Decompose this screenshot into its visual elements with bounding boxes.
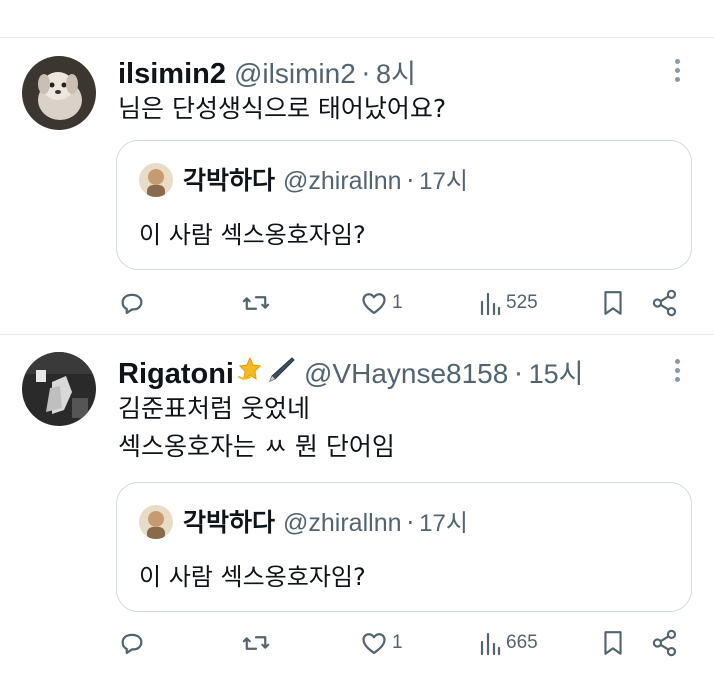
- share-icon: [652, 289, 677, 317]
- reply-button[interactable]: [118, 288, 146, 318]
- retweet-button[interactable]: [241, 288, 271, 318]
- tweet-text-line: 김준표처럼 웃었네: [118, 394, 310, 423]
- retweet-icon: [242, 296, 270, 310]
- timestamp[interactable]: 8시: [376, 52, 416, 91]
- bookmark-icon: [604, 291, 622, 315]
- bookmark-button[interactable]: [602, 628, 624, 658]
- separator: ·: [406, 167, 415, 195]
- tweet[interactable]: Rigatoni @VHaynse8158 · 15시 김준표처럼 웃었네 섹스…: [0, 352, 714, 672]
- views-button[interactable]: 665: [478, 628, 538, 658]
- more-options-icon[interactable]: [668, 356, 686, 386]
- share-button[interactable]: [652, 288, 678, 318]
- share-icon: [652, 629, 677, 657]
- like-button[interactable]: 1: [360, 628, 403, 658]
- action-bar: 1 665: [0, 628, 714, 658]
- dizzy-icon: [236, 355, 264, 387]
- quoted-author-handle: @zhirallnn: [283, 509, 402, 537]
- quoted-text: 이 사람 섹스옹호자임?: [139, 221, 366, 249]
- quoted-tweet[interactable]: 각박하다 @zhirallnn · 17시 이 사람 섹스옹호자임?: [116, 482, 692, 612]
- quoted-author-name: 각박하다: [183, 166, 276, 195]
- quoted-text: 이 사람 섹스옹호자임?: [139, 563, 366, 591]
- like-button[interactable]: 1: [360, 288, 403, 318]
- separator: ·: [514, 360, 523, 390]
- views-icon: [480, 632, 501, 656]
- heart-icon: [362, 633, 386, 655]
- reply-icon: [121, 633, 143, 655]
- timestamp[interactable]: 15시: [529, 352, 584, 391]
- quoted-tweet[interactable]: 각박하다 @zhirallnn · 17시 이 사람 섹스옹호자임?: [116, 140, 692, 270]
- view-count: 665: [506, 632, 538, 653]
- tweet[interactable]: ilsimin2 @ilsimin2 · 8시 님은 단성생식으로 태어났어요?…: [0, 52, 714, 332]
- tweet-text-line: 섹스옹호자는 ㅆ 뭔 단어임: [118, 432, 395, 461]
- quoted-avatar: [139, 505, 173, 539]
- share-button[interactable]: [652, 628, 678, 658]
- author-handle[interactable]: @VHaynse8158: [304, 358, 508, 390]
- quoted-header: 각박하다 @zhirallnn · 17시: [183, 161, 468, 197]
- view-count: 525: [506, 292, 538, 313]
- tweet-header: ilsimin2 @ilsimin2 · 8시: [118, 52, 416, 91]
- pen-icon: [266, 355, 296, 387]
- author-name[interactable]: ilsimin2: [118, 58, 226, 91]
- tweet-text: 김준표처럼 웃었네 섹스옹호자는 ㅆ 뭔 단어임: [118, 390, 395, 466]
- more-options-icon[interactable]: [668, 56, 686, 86]
- avatar[interactable]: [22, 56, 96, 130]
- quoted-header: 각박하다 @zhirallnn · 17시: [183, 503, 468, 539]
- tweet-text-line: 님은 단성생식으로 태어났어요?: [118, 94, 447, 123]
- quoted-author-handle: @zhirallnn: [283, 167, 402, 195]
- retweet-button[interactable]: [241, 628, 271, 658]
- reply-button[interactable]: [118, 628, 146, 658]
- separator: ·: [361, 60, 371, 90]
- quoted-avatar: [139, 163, 173, 197]
- quoted-timestamp: 17시: [419, 510, 468, 537]
- divider: [0, 334, 714, 335]
- author-handle[interactable]: @ilsimin2: [234, 58, 356, 90]
- avatar[interactable]: [22, 352, 96, 426]
- retweet-icon: [242, 636, 270, 650]
- heart-icon: [362, 293, 386, 315]
- quoted-author-name: 각박하다: [183, 508, 276, 537]
- bookmark-icon: [604, 631, 622, 655]
- like-count: 1: [392, 292, 403, 313]
- divider: [0, 37, 714, 38]
- tweet-header: Rigatoni @VHaynse8158 · 15시: [118, 352, 584, 391]
- reply-icon: [121, 293, 143, 315]
- like-count: 1: [392, 632, 403, 653]
- action-bar: 1 525: [0, 288, 714, 318]
- bookmark-button[interactable]: [602, 288, 624, 318]
- quoted-timestamp: 17시: [419, 168, 468, 195]
- separator: ·: [406, 509, 415, 537]
- author-name[interactable]: Rigatoni: [118, 358, 234, 391]
- views-button[interactable]: 525: [478, 288, 538, 318]
- tweet-text: 님은 단성생식으로 태어났어요?: [118, 90, 446, 128]
- views-icon: [480, 292, 501, 316]
